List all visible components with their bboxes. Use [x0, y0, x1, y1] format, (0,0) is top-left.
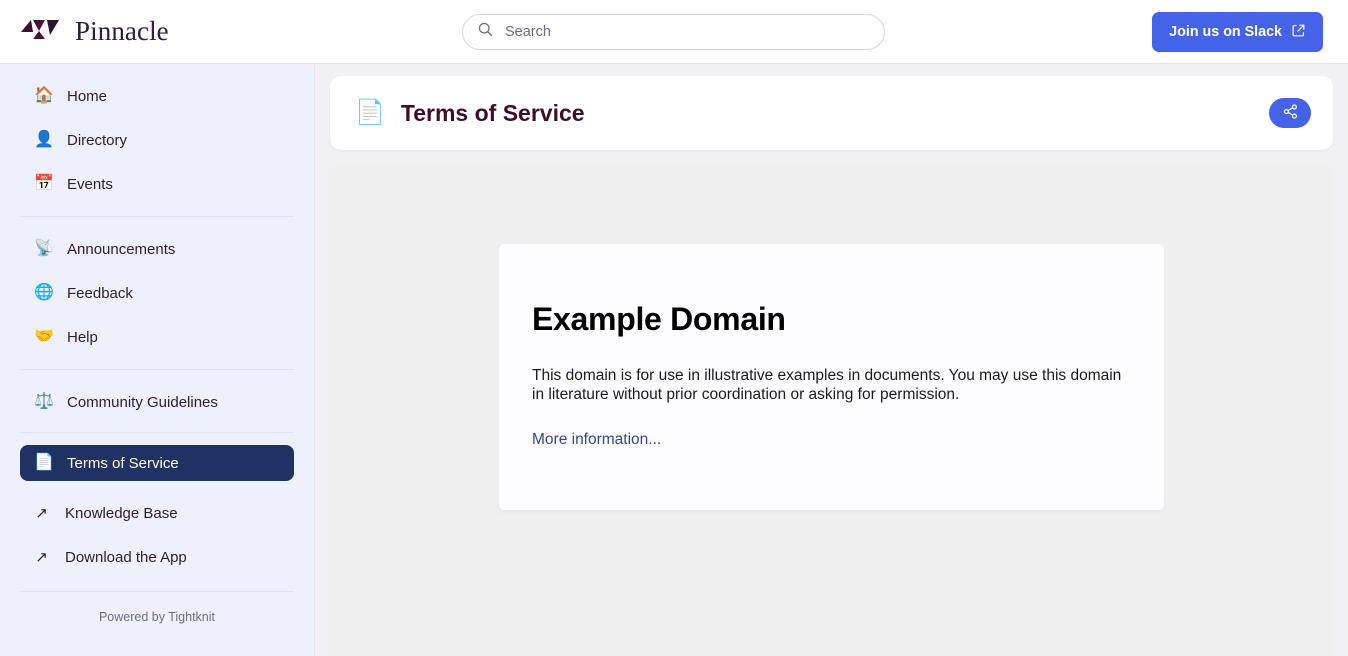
more-information-link[interactable]: More information... [532, 431, 661, 448]
sidebar-item-label: Events [67, 175, 113, 193]
sidebar-item-announcements[interactable]: 📡 Announcements [20, 231, 294, 267]
sidebar-item-label: Home [67, 87, 108, 105]
balance-scale-icon: ⚖️ [34, 393, 54, 410]
embed-heading: Example Domain [532, 301, 786, 337]
powered-by-label: Powered by Tightknit [98, 610, 216, 624]
share-button[interactable] [1269, 98, 1311, 128]
sidebar-group-community: 📡 Announcements 🌐 Feedback 🤝 Help [20, 231, 294, 363]
sidebar: 🏠 Home 👤 Directory 📅 Events 📡 Announceme… [0, 64, 315, 656]
page-title: Terms of Service [400, 99, 585, 126]
sidebar-item-community-guidelines[interactable]: ⚖️ Community Guidelines [20, 384, 294, 420]
sidebar-group-active: 📄 Terms of Service [20, 445, 294, 489]
sidebar-item-label: Knowledge Base [65, 504, 178, 522]
sidebar-item-label: Directory [67, 131, 128, 149]
sidebar-item-home[interactable]: 🏠 Home [20, 78, 294, 114]
page-header: 📄 Terms of Service [330, 76, 1333, 150]
globe-meridians-icon: 🌐 [34, 284, 54, 301]
document-icon: 📄 [34, 454, 54, 471]
top-bar: Pinnacle Join us on Slack [0, 0, 1348, 64]
search-icon [477, 21, 494, 43]
brand-name: Pinnacle [75, 16, 169, 46]
join-slack-button[interactable]: Join us on Slack [1152, 12, 1323, 52]
sidebar-item-download-the-app[interactable]: ↗ Download the App [20, 539, 294, 575]
sidebar-item-label: Terms of Service [67, 454, 179, 472]
app-root: Pinnacle Join us on Slack [0, 0, 1348, 656]
person-bust-icon: 👤 [34, 131, 54, 148]
sidebar-item-help[interactable]: 🤝 Help [20, 319, 294, 355]
brand-logo[interactable]: Pinnacle [0, 17, 315, 46]
calendar-icon: 📅 [34, 175, 54, 192]
embedded-page-frame: Example Domain This domain is for use in… [330, 164, 1333, 656]
sidebar-item-label: Download the App [65, 548, 187, 566]
arrow-up-right-icon: ↗ [35, 549, 48, 566]
main-content: 📄 Terms of Service Example Domain This d… [315, 64, 1348, 656]
sidebar-item-label: Feedback [67, 284, 133, 302]
search-box[interactable] [462, 14, 885, 50]
example-domain-card: Example Domain This domain is for use in… [499, 244, 1164, 510]
sidebar-divider-footer [20, 591, 294, 592]
sidebar-group-primary: 🏠 Home 👤 Directory 📅 Events [20, 78, 294, 210]
page-title-wrap: 📄 Terms of Service [355, 101, 1269, 125]
sidebar-item-feedback[interactable]: 🌐 Feedback [20, 275, 294, 311]
sidebar-item-label: Announcements [67, 240, 176, 258]
sidebar-group-external: ↗ Knowledge Base ↗ Download the App [20, 495, 294, 583]
handshake-icon: 🤝 [34, 328, 54, 345]
sidebar-item-label: Community Guidelines [67, 393, 218, 411]
sidebar-divider [20, 369, 294, 370]
pinnacle-logo-mark-icon [20, 17, 66, 46]
satellite-antenna-icon: 📡 [34, 240, 54, 257]
sidebar-divider [20, 216, 294, 217]
share-network-icon [1282, 103, 1299, 123]
join-slack-label: Join us on Slack [1169, 24, 1282, 40]
sidebar-item-events[interactable]: 📅 Events [20, 166, 294, 202]
external-link-icon [1291, 23, 1306, 42]
sidebar-item-terms-of-service[interactable]: 📄 Terms of Service [20, 445, 294, 481]
arrow-up-right-icon: ↗ [35, 505, 48, 522]
body-row: 🏠 Home 👤 Directory 📅 Events 📡 Announceme… [0, 64, 1348, 656]
search-container [462, 14, 885, 50]
search-input[interactable] [505, 24, 870, 40]
sidebar-divider [20, 432, 294, 433]
sidebar-group-policies: ⚖️ Community Guidelines [20, 384, 294, 428]
document-icon: 📄 [355, 99, 385, 126]
sidebar-item-directory[interactable]: 👤 Directory [20, 122, 294, 158]
sidebar-item-label: Help [67, 328, 98, 346]
house-icon: 🏠 [34, 87, 54, 104]
embed-paragraph: This domain is for use in illustrative e… [532, 367, 1122, 404]
sidebar-item-knowledge-base[interactable]: ↗ Knowledge Base [20, 495, 294, 531]
